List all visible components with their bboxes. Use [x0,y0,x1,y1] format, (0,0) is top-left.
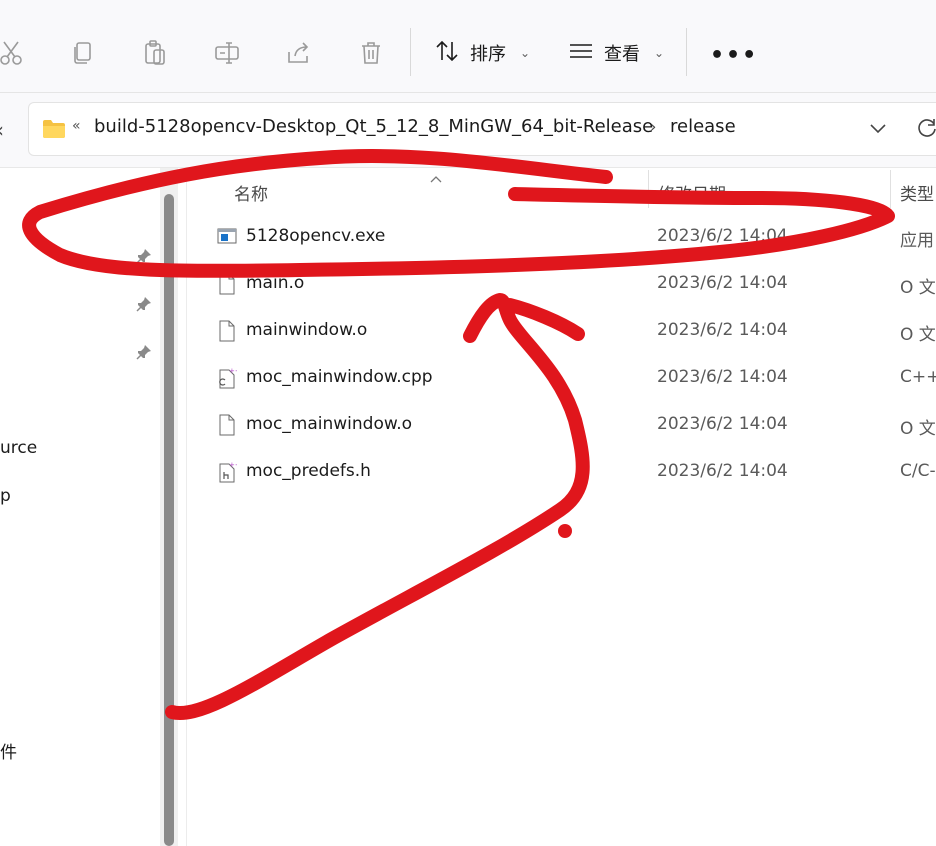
file-name: moc_mainwindow.cpp [246,367,433,387]
file-type: O 文 [900,325,936,345]
file-row[interactable]: ++ moc_mainwindow.cpp 2023/6/2 14:04 C++ [187,357,936,401]
file-date: 2023/6/2 14:04 [657,273,788,293]
exe-icon [217,226,237,250]
file-date: 2023/6/2 14:04 [657,414,788,434]
back-chevron-icon[interactable]: ‹ [0,118,4,142]
scroll-up-arrow-icon[interactable]: ▲ [164,176,171,186]
rename-icon[interactable] [210,36,244,70]
breadcrumb-separator-icon[interactable]: › [650,117,656,136]
view-list-icon [568,38,594,69]
file-date: 2023/6/2 14:04 [657,461,788,481]
file-name: moc_predefs.h [246,461,371,481]
chevron-down-icon: ⌄ [654,46,665,60]
column-name[interactable]: 名称 [234,180,268,205]
file-icon [217,320,237,346]
file-row[interactable]: moc_mainwindow.o 2023/6/2 14:04 O 文 [187,404,936,448]
paste-icon[interactable] [138,36,172,70]
address-history-chevron-icon[interactable] [868,118,888,142]
file-name: moc_mainwindow.o [246,414,413,434]
nav-scrollbar-thumb[interactable] [164,194,174,846]
toolbar-divider [686,28,687,76]
view-button[interactable]: 查看 ⌄ [568,36,664,70]
toolbar-divider [410,28,411,76]
file-date: 2023/6/2 14:04 [657,320,788,340]
file-date: 2023/6/2 14:04 [657,367,788,387]
file-type: O 文 [900,278,936,298]
file-icon [217,273,237,299]
header-file-icon: ++ [217,461,241,487]
cut-icon[interactable] [0,36,28,70]
sort-ascending-icon [430,168,442,187]
file-type: C/C- [900,461,936,481]
file-name: 5128opencv.exe [246,226,386,246]
annotation-dot [558,524,572,538]
file-row[interactable]: 5128opencv.exe 2023/6/2 14:04 应用 [187,216,936,260]
sort-icon [434,38,460,69]
pin-icon[interactable] [136,344,152,364]
copy-icon[interactable] [66,36,100,70]
navigation-pane [0,168,160,846]
view-label: 查看 [604,44,640,65]
file-row[interactable]: mainwindow.o 2023/6/2 14:04 O 文 [187,310,936,354]
column-date-modified[interactable]: 修改日期 [658,180,726,205]
sort-label: 排序 [470,44,506,65]
nav-item-partial[interactable]: p [0,486,11,506]
column-divider[interactable] [890,170,891,208]
nav-item-partial[interactable]: urce [0,438,37,458]
more-options-button[interactable]: ••• [710,43,758,68]
sort-button[interactable]: 排序 ⌄ [434,36,530,70]
column-type[interactable]: 类型 [900,180,934,205]
file-type: O 文 [900,419,936,439]
file-icon [217,414,237,440]
cpp-file-icon: ++ [217,367,241,393]
file-date: 2023/6/2 14:04 [657,226,788,246]
refresh-icon[interactable] [916,116,936,142]
file-type: 应用 [900,231,934,251]
svg-text:++: ++ [229,461,237,469]
chevron-down-icon: ⌄ [520,46,531,60]
folder-icon [42,119,66,143]
file-row[interactable]: ++ moc_predefs.h 2023/6/2 14:04 C/C- [187,451,936,495]
file-name: main.o [246,273,305,293]
file-type: C++ [900,367,936,387]
breadcrumb-build-folder[interactable]: build-5128opencv-Desktop_Qt_5_12_8_MinGW… [94,116,653,137]
share-icon[interactable] [282,36,316,70]
column-header-row [187,168,936,210]
svg-text:++: ++ [229,367,237,375]
pin-icon[interactable] [136,248,152,268]
column-divider[interactable] [648,170,649,208]
nav-item-partial[interactable]: 件 [0,738,17,763]
breadcrumb-release-folder[interactable]: release [670,116,736,137]
pin-icon[interactable] [136,296,152,316]
file-row[interactable]: main.o 2023/6/2 14:04 O 文 [187,263,936,307]
breadcrumb-overflow[interactable]: « [72,118,81,134]
delete-icon[interactable] [354,36,388,70]
file-name: mainwindow.o [246,320,368,340]
